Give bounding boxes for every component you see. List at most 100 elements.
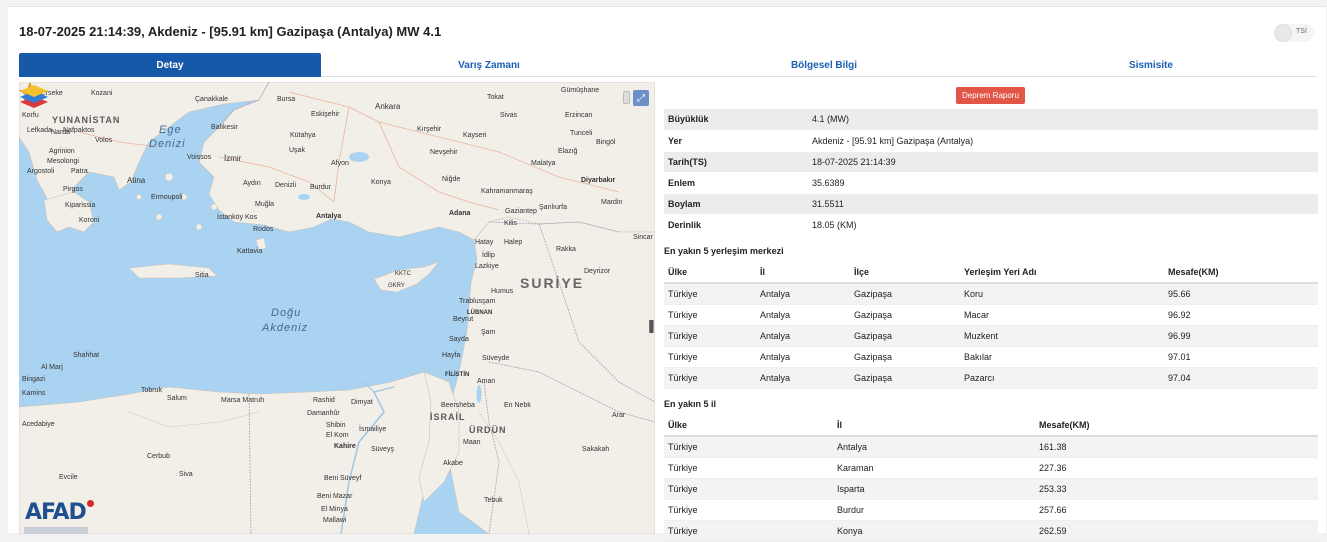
map-label: Burdur bbox=[310, 184, 332, 191]
map-label: Kayseri bbox=[463, 132, 487, 139]
table-row: Türkiye Antalya Gazipaşa Pazarcı 97.04 bbox=[664, 367, 1318, 389]
map-label: Damanhûr bbox=[307, 410, 340, 417]
map-label: Korfu bbox=[22, 112, 39, 119]
table-row: Türkiye Konya 262.59 bbox=[664, 520, 1318, 542]
map-label: Salum bbox=[167, 395, 187, 402]
map-label: Narda bbox=[51, 129, 71, 136]
map-label: ÜRDÜN bbox=[469, 425, 507, 435]
layers-icon[interactable] bbox=[19, 82, 49, 110]
column-header: İl bbox=[756, 262, 850, 284]
tab-sismisite[interactable]: Sismisite bbox=[1051, 53, 1251, 77]
table-cell: 227.36 bbox=[1035, 457, 1318, 479]
table-cell: Antalya bbox=[756, 325, 850, 347]
map-label: Şanlıurfa bbox=[539, 204, 568, 211]
tab-varis-zamani[interactable]: Varış Zamanı bbox=[389, 53, 589, 77]
map-label: Hatay bbox=[475, 239, 494, 246]
provinces-title: En yakın 5 il bbox=[664, 399, 717, 409]
map-label: El Minya bbox=[321, 506, 348, 513]
map-label: YUNANİSTAN bbox=[52, 115, 121, 125]
timezone-toggle[interactable]: TSİ bbox=[1274, 24, 1314, 42]
column-header: Ülke bbox=[664, 415, 833, 437]
detail-value: 35.6389 bbox=[808, 172, 1318, 194]
table-header: Ülke İl İlçe Yerleşim Yeri Adı Mesafe(KM… bbox=[664, 262, 1318, 284]
tab-bolgesel-bilgi[interactable]: Bölgesel Bilgi bbox=[724, 53, 924, 77]
detail-key: Boylam bbox=[664, 193, 808, 215]
provinces-table: Ülke İl Mesafe(KM) Türkiye Antalya 161.38 … bbox=[664, 415, 1318, 542]
map-label: Rashid bbox=[313, 397, 335, 404]
column-header: Yerleşim Yeri Adı bbox=[960, 262, 1164, 284]
map-label: Tunceli bbox=[570, 130, 593, 137]
detail-row: Yer Akdeniz - [95.91 km] Gazipaşa (Antaly… bbox=[664, 130, 1318, 152]
map-label: Kamins bbox=[22, 390, 46, 397]
detail-key: Derinlik bbox=[664, 214, 808, 236]
map-label: Sitia bbox=[195, 272, 209, 279]
column-header: Ülke bbox=[664, 262, 756, 284]
map-label: Lazkiye bbox=[475, 263, 499, 270]
map-slider-handle[interactable] bbox=[623, 91, 630, 104]
map-label: Rodos bbox=[253, 226, 274, 233]
table-cell: Antalya bbox=[833, 436, 1035, 458]
map-label: İSRAİL bbox=[430, 412, 466, 422]
map-label: Arar bbox=[612, 412, 626, 419]
earthquake-report-button[interactable]: Deprem Raporu bbox=[956, 87, 1025, 104]
table-cell: Türkiye bbox=[664, 457, 833, 479]
map-label: Niğde bbox=[442, 176, 461, 183]
table-cell: Türkiye bbox=[664, 325, 756, 347]
map-label: Koroni bbox=[79, 217, 100, 224]
earthquake-map[interactable]: Erseke Kozani Çanakkale Bursa Ankara Tok… bbox=[19, 82, 655, 534]
table-cell: Muzkent bbox=[960, 325, 1164, 347]
map-label: Acedabiye bbox=[22, 421, 55, 428]
map-label: Tebuk bbox=[484, 497, 503, 504]
map-label: Adana bbox=[449, 210, 471, 217]
map-label: Kattavia bbox=[237, 248, 263, 255]
map-label: Süveyş bbox=[371, 446, 394, 453]
table-cell: Pazarcı bbox=[960, 367, 1164, 389]
map-label: Doğu bbox=[271, 307, 302, 319]
toggle-label: TSİ bbox=[1296, 28, 1307, 35]
fullscreen-icon[interactable]: ⤢ bbox=[633, 90, 649, 106]
table-cell: Gazipaşa bbox=[850, 325, 960, 347]
map-label: Ankara bbox=[375, 102, 401, 111]
table-row: Türkiye Antalya Gazipaşa Macar 96.92 bbox=[664, 304, 1318, 326]
map-label: Diyarbakır bbox=[581, 177, 616, 184]
table-cell: Türkiye bbox=[664, 520, 833, 542]
table-cell: Karaman bbox=[833, 457, 1035, 479]
table-cell: Türkiye bbox=[664, 346, 756, 368]
detail-row: Enlem 35.6389 bbox=[664, 172, 1318, 194]
map-label: Mallawi bbox=[323, 517, 347, 524]
map-label: Dimyat bbox=[351, 399, 373, 406]
map-label: Akdeniz bbox=[262, 322, 309, 334]
detail-key: Büyüklük bbox=[664, 109, 808, 131]
column-header: İlçe bbox=[850, 262, 960, 284]
map-label: Bursa bbox=[277, 96, 296, 103]
map-label: Atina bbox=[127, 176, 146, 185]
detail-row: Büyüklük 4.1 (MW) bbox=[664, 109, 1318, 131]
pause-icon[interactable]: ❚❚ bbox=[646, 318, 655, 334]
tab-detay[interactable]: Detay bbox=[19, 53, 321, 77]
table-cell: Antalya bbox=[756, 283, 850, 305]
detail-value: 31.5511 bbox=[808, 193, 1318, 215]
map-label: Shahhat bbox=[73, 352, 100, 359]
map-label: Bingöl bbox=[596, 139, 616, 146]
map-label: Rakka bbox=[556, 246, 576, 253]
map-label: En Nebk bbox=[504, 402, 531, 409]
map-label: Bingazi bbox=[22, 376, 45, 383]
map-label: Ermoupoli bbox=[151, 194, 183, 201]
map-label: Al Marj bbox=[41, 364, 63, 371]
map-label: Afyon bbox=[331, 160, 349, 167]
map-label: Marsa Matruh bbox=[221, 397, 265, 404]
table-cell: Burdur bbox=[833, 499, 1035, 521]
map-label: El Kom bbox=[326, 432, 349, 439]
table-cell: 97.04 bbox=[1164, 367, 1318, 389]
table-cell: Türkiye bbox=[664, 499, 833, 521]
map-label: Gaziantep bbox=[505, 208, 537, 215]
table-row: Türkiye Burdur 257.66 bbox=[664, 499, 1318, 521]
table-cell: 97.01 bbox=[1164, 346, 1318, 368]
map-label: Argostoli bbox=[27, 168, 55, 175]
detail-key: Tarih(TS) bbox=[664, 151, 808, 173]
earthquake-detail-card: 18-07-2025 21:14:39, Akdeniz - [95.91 km… bbox=[8, 6, 1326, 542]
detail-key: Yer bbox=[664, 130, 808, 152]
map-label: Patra bbox=[71, 168, 88, 175]
table-cell: Gazipaşa bbox=[850, 304, 960, 326]
map-label: Ege bbox=[159, 124, 182, 136]
